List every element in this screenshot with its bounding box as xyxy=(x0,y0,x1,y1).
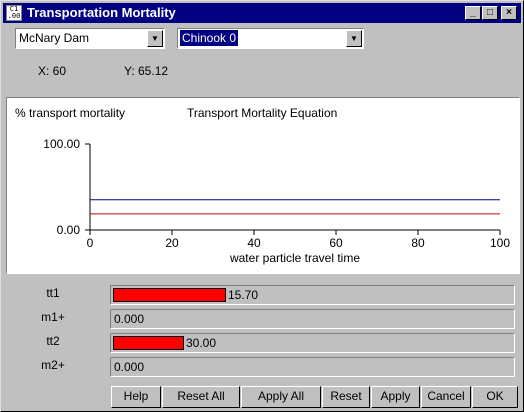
maximize-button[interactable]: □ xyxy=(482,6,498,20)
chevron-down-icon[interactable]: ▼ xyxy=(346,30,362,47)
location-select-value: McNary Dam xyxy=(19,31,90,45)
location-select[interactable]: McNary Dam ▼ xyxy=(15,28,165,49)
x-tick-label: 60 xyxy=(329,236,343,250)
reset-button[interactable]: Reset xyxy=(322,386,370,408)
x-tick-label: 20 xyxy=(165,236,179,250)
param-label-m1: m1+ xyxy=(41,310,65,324)
param-field-m1[interactable]: 0.000 xyxy=(110,309,515,329)
cancel-button[interactable]: Cancel xyxy=(421,386,471,408)
param-label-tt1: tt1 xyxy=(46,286,60,300)
param-bar-tt2 xyxy=(113,336,184,350)
param-value-tt1: 15.70 xyxy=(228,288,259,302)
window-title: Transportation Mortality xyxy=(27,5,176,20)
ok-button[interactable]: OK xyxy=(472,386,518,408)
param-field-tt2[interactable]: 30.00 xyxy=(110,333,515,353)
param-label-tt2: tt2 xyxy=(46,334,60,348)
y-axis-label: % transport mortality xyxy=(15,106,125,120)
param-bar-tt1 xyxy=(113,288,226,302)
chart-svg: % transport mortality Transport Mortality… xyxy=(15,106,510,265)
title-bar[interactable]: C1 .00 Transportation Mortality _ □ × xyxy=(3,3,521,23)
y-coordinate-readout: Y: 65.12 xyxy=(124,64,169,78)
y-tick-label: 100.00 xyxy=(43,137,80,151)
param-value-tt2: 30.00 xyxy=(186,336,217,350)
x-tick-label: 80 xyxy=(411,236,425,250)
x-tick-label: 40 xyxy=(247,236,261,250)
app-icon: C1 .00 xyxy=(6,5,22,21)
param-field-m2[interactable]: 0.000 xyxy=(110,357,515,377)
minimize-button[interactable]: _ xyxy=(465,6,481,20)
species-select-value: Chinook 0 xyxy=(180,30,239,46)
chevron-down-icon[interactable]: ▼ xyxy=(147,30,163,47)
param-label-m2: m2+ xyxy=(41,358,65,372)
species-select[interactable]: Chinook 0 ▼ xyxy=(177,28,364,49)
close-button[interactable]: × xyxy=(501,6,517,20)
y-tick-label: 0.00 xyxy=(57,223,81,237)
apply-button[interactable]: Apply xyxy=(371,386,420,408)
x-coordinate-readout: X: 60 xyxy=(38,64,67,78)
x-tick-label: 100 xyxy=(490,236,510,250)
x-tick-label: 0 xyxy=(87,236,94,250)
x-axis-label: water particle travel time xyxy=(229,251,360,265)
transportation-mortality-window: C1 .00 Transportation Mortality _ □ × Mc… xyxy=(0,0,524,412)
param-value-m2: 0.000 xyxy=(114,360,145,374)
param-field-tt1[interactable]: 15.70 xyxy=(110,285,515,305)
param-value-m1: 0.000 xyxy=(114,312,145,326)
apply-all-button[interactable]: Apply All xyxy=(241,386,321,408)
mortality-chart[interactable]: % transport mortality Transport Mortality… xyxy=(6,97,520,274)
reset-all-button[interactable]: Reset All xyxy=(162,386,240,408)
help-button[interactable]: Help xyxy=(111,386,161,408)
chart-title: Transport Mortality Equation xyxy=(187,106,337,120)
